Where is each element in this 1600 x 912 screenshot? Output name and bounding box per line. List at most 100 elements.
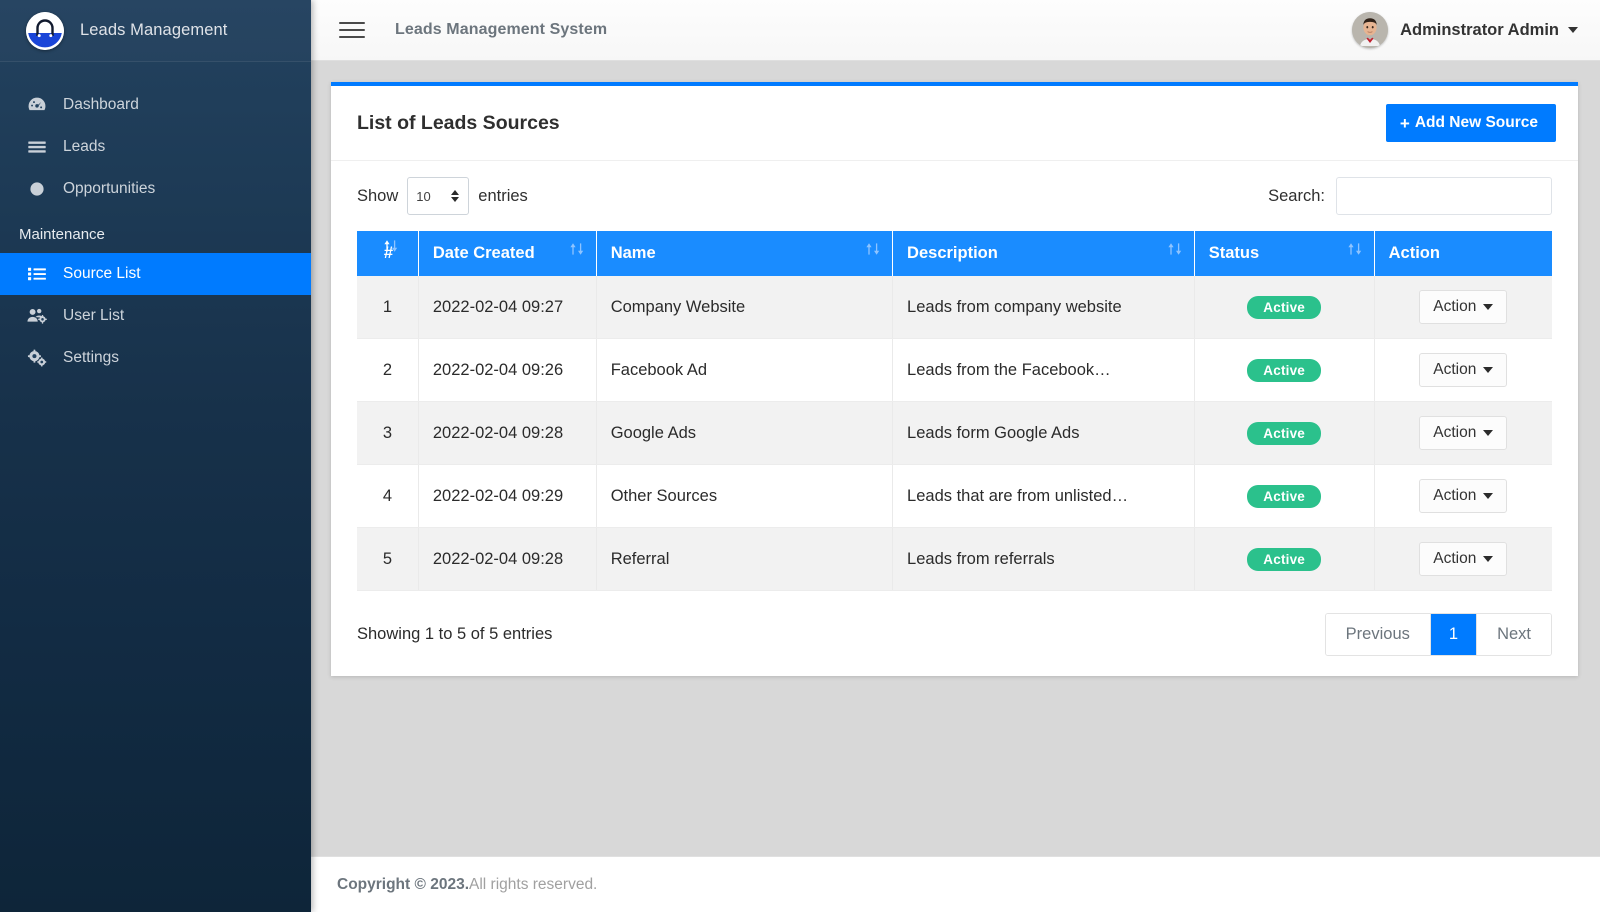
sidebar-item-leads[interactable]: Leads [0,126,311,168]
circle-dot-icon [26,178,56,200]
pagination: Previous 1 Next [1324,613,1552,656]
action-label: Action [1433,550,1477,567]
card-title: List of Leads Sources [357,111,560,134]
users-cog-icon [26,305,56,327]
main-area: Leads Management System Adminstrator Adm [311,0,1600,912]
column-header-date-created[interactable]: Date Created [418,231,597,276]
cell-action: Action [1374,527,1552,591]
cell-status: Active [1194,276,1375,339]
search-input[interactable] [1336,177,1552,215]
search-label: Search: [1268,186,1325,205]
cell-name: Other Sources [596,464,894,528]
column-label: Action [1388,244,1440,262]
pagination-previous[interactable]: Previous [1325,614,1431,655]
cell-description: Leads form Google Ads [892,401,1195,465]
action-dropdown-button[interactable]: Action [1419,542,1508,576]
brand-title: Leads Management [80,21,228,39]
sidebar-brand[interactable]: Leads Management [0,0,311,62]
sort-arrows-icon [569,242,585,256]
page-footer: Copyright © 2023. All rights reserved. [311,856,1600,912]
search-control: Search: [1268,177,1552,215]
hamburger-icon[interactable] [339,17,365,43]
action-dropdown-button[interactable]: Action [1419,353,1508,387]
caret-down-icon [1568,27,1578,33]
user-avatar-icon [1352,12,1389,48]
column-label: Status [1208,244,1260,262]
cell-action: Action [1374,401,1552,465]
sort-arrows-icon [383,239,399,253]
action-dropdown-button[interactable]: Action [1419,290,1508,324]
status-badge: Active [1247,421,1322,445]
sidebar-item-label: Dashboard [63,96,139,113]
cell-num: 1 [357,276,419,339]
sidebar-item-dashboard[interactable]: Dashboard [0,84,311,126]
sidebar-item-label: Leads [63,138,106,155]
cell-date: 2022-02-04 09:27 [418,276,597,339]
table-body: 1 2022-02-04 09:27 Company Website Leads… [357,276,1552,591]
leads-sources-card: List of Leads Sources + Add New Source S… [331,82,1578,676]
cell-action: Action [1374,338,1552,402]
table-head: # Date Created Name Description Status A… [357,231,1552,276]
table-row: 5 2022-02-04 09:28 Referral Leads from r… [357,527,1552,591]
sort-arrows-icon [1347,242,1363,256]
action-dropdown-button[interactable]: Action [1419,416,1508,450]
table-header-row: # Date Created Name Description Status A… [357,231,1552,276]
status-badge: Active [1247,295,1322,319]
sidebar-item-label: Source List [63,265,141,282]
bars-list-icon [26,136,56,158]
sidebar-item-label: User List [63,307,125,324]
caret-down-icon [1483,367,1494,373]
column-header-description[interactable]: Description [892,231,1195,276]
table-row: 2 2022-02-04 09:26 Facebook Ad Leads fro… [357,338,1552,402]
cell-name: Facebook Ad [596,338,894,402]
sidebar-item-opportunities[interactable]: Opportunities [0,168,311,210]
content-area: List of Leads Sources + Add New Source S… [311,61,1600,856]
cell-description: Leads that are from unlisted… [892,464,1195,528]
column-header-action: Action [1374,231,1552,276]
table-info: Showing 1 to 5 of 5 entries [357,625,553,643]
cell-num: 5 [357,527,419,591]
action-label: Action [1433,424,1477,441]
bag-logo-icon [26,11,64,50]
cell-description: Leads from referrals [892,527,1195,591]
cell-description: Leads from the Facebook… [892,338,1195,402]
page-title: Leads Management System [395,21,608,38]
cell-name: Google Ads [596,401,894,465]
user-menu[interactable]: Adminstrator Admin [1352,12,1578,48]
entries-label: entries [478,186,528,205]
status-badge: Active [1247,358,1322,382]
cell-date: 2022-02-04 09:26 [418,338,597,402]
sidebar-item-settings[interactable]: Settings [0,337,311,379]
action-label: Action [1433,487,1477,504]
sidebar-item-source-list[interactable]: Source List [0,253,311,295]
caret-down-icon [1483,556,1494,562]
table-controls: Show 10 entries Search: [357,177,1552,215]
sidebar-section-heading: Maintenance [19,226,105,243]
pagination-page-1[interactable]: 1 [1430,614,1478,655]
action-dropdown-button[interactable]: Action [1419,479,1508,513]
column-header-num[interactable]: # [357,231,419,276]
app-root: Leads Management Dashboard Leads Opportu… [0,0,1600,912]
sort-arrows-icon [1167,242,1183,256]
copyright-rest: All rights reserved. [469,875,598,893]
cell-date: 2022-02-04 09:28 [418,527,597,591]
column-label: Description [907,244,998,262]
cell-status: Active [1194,401,1375,465]
cell-num: 2 [357,338,419,402]
add-new-source-button[interactable]: + Add New Source [1385,104,1556,142]
status-badge: Active [1247,547,1322,571]
page-length-select[interactable]: 10 [407,177,470,215]
leads-sources-table: # Date Created Name Description Status A… [357,231,1552,591]
pagination-next[interactable]: Next [1477,614,1551,655]
sort-arrows-icon [865,242,881,256]
column-label: Date Created [432,244,535,262]
cell-description: Leads from company website [892,276,1195,339]
topbar: Leads Management System Adminstrator Adm [311,0,1600,61]
column-header-status[interactable]: Status [1194,231,1375,276]
caret-down-icon [1483,304,1494,310]
table-row: 1 2022-02-04 09:27 Company Website Leads… [357,276,1552,339]
column-header-name[interactable]: Name [596,231,894,276]
sidebar-item-user-list[interactable]: User List [0,295,311,337]
card-header: List of Leads Sources + Add New Source [331,86,1578,161]
sidebar-item-label: Settings [63,349,120,366]
